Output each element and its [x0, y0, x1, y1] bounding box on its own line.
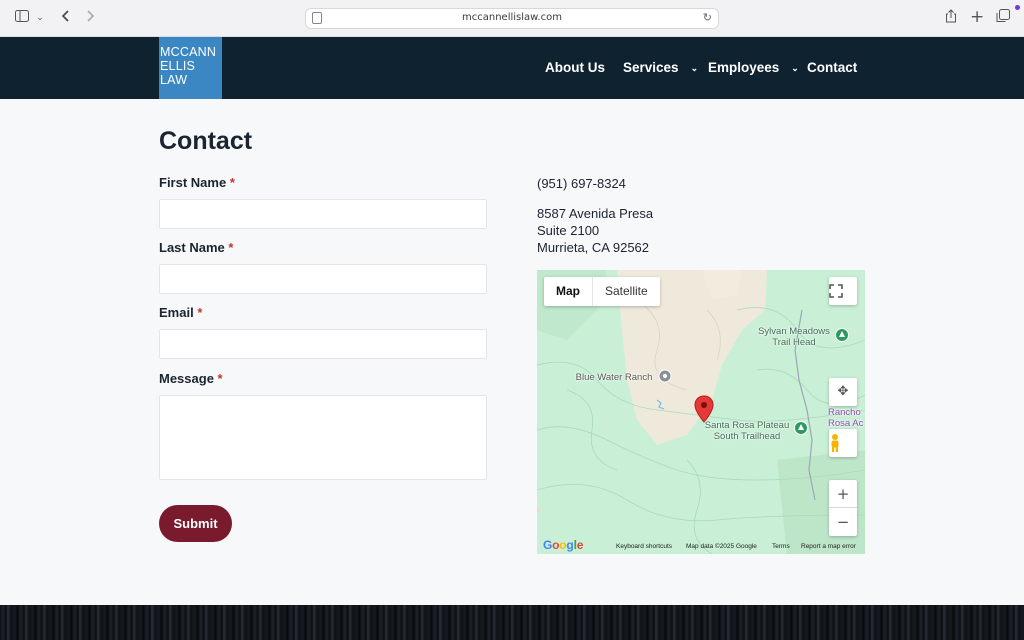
required-mark: *: [197, 305, 203, 320]
last-name-label: Last Name *: [159, 240, 233, 255]
logo-line: MCCANN: [160, 45, 217, 59]
report-map-error-link[interactable]: Report a map error: [801, 540, 856, 554]
new-tab-icon[interactable]: +: [970, 9, 984, 26]
first-name-field[interactable]: [159, 199, 487, 229]
place-label[interactable]: Sylvan Meadows Trail Head: [749, 326, 839, 348]
map-type-satellite-button[interactable]: Satellite: [593, 277, 660, 306]
message-label: Message *: [159, 371, 223, 386]
required-mark: *: [228, 240, 234, 255]
nav-services[interactable]: Services ⌄: [623, 60, 698, 75]
keyboard-shortcuts-link[interactable]: Keyboard shortcuts: [616, 540, 672, 554]
place-text: Trail Head: [772, 337, 816, 348]
nav-contact[interactable]: Contact: [807, 60, 857, 75]
page-title: Contact: [159, 127, 253, 155]
address-line: 8587 Avenida Presa: [537, 206, 654, 221]
place-label[interactable]: Blue Water Ranch: [569, 372, 659, 383]
phone-number[interactable]: (951) 697-8324: [537, 175, 626, 192]
place-text: Rancho: [828, 407, 861, 418]
last-name-field[interactable]: [159, 264, 487, 294]
location-marker-icon[interactable]: [694, 395, 714, 423]
email-label: Email *: [159, 305, 202, 320]
place-label[interactable]: Santa Rosa Plateau South Trailhead: [697, 420, 797, 442]
label-text: Email: [159, 305, 194, 320]
pan-control-icon[interactable]: ✥: [829, 378, 857, 406]
required-mark: *: [217, 371, 223, 386]
sidebar-icon[interactable]: [14, 9, 30, 27]
back-icon[interactable]: [58, 9, 72, 27]
nav-label: Services: [623, 60, 679, 75]
zoom-out-button[interactable]: −: [829, 508, 857, 536]
chevron-down-icon[interactable]: ⌄: [35, 9, 45, 27]
email-field[interactable]: [159, 329, 487, 359]
required-mark: *: [229, 175, 235, 190]
notification-dot: [1015, 5, 1020, 10]
address-line: Murrieta, CA 92562: [537, 240, 650, 255]
place-label[interactable]: Rancho Rosa Ac: [828, 407, 865, 429]
label-text: Last Name: [159, 240, 225, 255]
map-type-map-button[interactable]: Map: [544, 277, 593, 306]
embedded-map[interactable]: Map Satellite ✥ + − Sylvan Meadows Trail…: [537, 270, 865, 554]
place-text: Santa Rosa Plateau: [704, 420, 790, 431]
nav-label: Contact: [807, 60, 858, 75]
chevron-down-icon: ⌄: [690, 63, 699, 73]
place-text: Rosa Ac: [828, 418, 864, 429]
logo-line: LAW: [160, 73, 188, 87]
nav-about-us[interactable]: About Us: [545, 60, 605, 75]
site-header: MCCANN ELLIS LAW About Us Services ⌄ Empl…: [0, 37, 1024, 99]
logo-line: ELLIS: [160, 59, 196, 73]
label-text: First Name: [159, 175, 227, 190]
forward-icon[interactable]: [84, 9, 98, 27]
logo[interactable]: MCCANN ELLIS LAW: [159, 37, 222, 99]
nav-employees[interactable]: Employees ⌄: [708, 60, 799, 75]
address-bar[interactable]: mccannellislaw.com ↻: [305, 8, 719, 29]
fullscreen-icon[interactable]: [829, 277, 857, 305]
terms-link[interactable]: Terms: [772, 540, 790, 554]
map-data-text: Map data ©2025 Google: [686, 543, 757, 550]
address-line: Suite 2100: [537, 223, 600, 238]
nav-label: Employees: [708, 60, 780, 75]
place-text: South Trailhead: [713, 431, 781, 442]
chevron-down-icon: ⌄: [791, 63, 799, 73]
pegman-icon[interactable]: [829, 429, 857, 457]
share-icon[interactable]: [944, 9, 958, 28]
place-pin-icon[interactable]: [658, 369, 672, 385]
browser-toolbar: ⌄ mccannellislaw.com ↻ +: [0, 0, 1024, 37]
reload-icon[interactable]: ↻: [703, 11, 712, 24]
first-name-label: First Name *: [159, 175, 235, 190]
park-pin-icon[interactable]: [794, 421, 808, 437]
nav-label: About Us: [545, 60, 605, 75]
map-attribution: Keyboard shortcuts Map data ©2025 Google…: [537, 540, 865, 554]
submit-button[interactable]: Submit: [159, 505, 232, 542]
map-type-control: Map Satellite: [544, 277, 660, 306]
label-text: Message: [159, 371, 214, 386]
place-text: Sylvan Meadows: [758, 326, 830, 337]
message-field[interactable]: [159, 395, 487, 480]
footer-banner-image: [0, 605, 1024, 640]
tabs-icon[interactable]: [996, 9, 1010, 28]
url-text: mccannellislaw.com: [462, 12, 562, 23]
zoom-in-button[interactable]: +: [829, 480, 857, 508]
